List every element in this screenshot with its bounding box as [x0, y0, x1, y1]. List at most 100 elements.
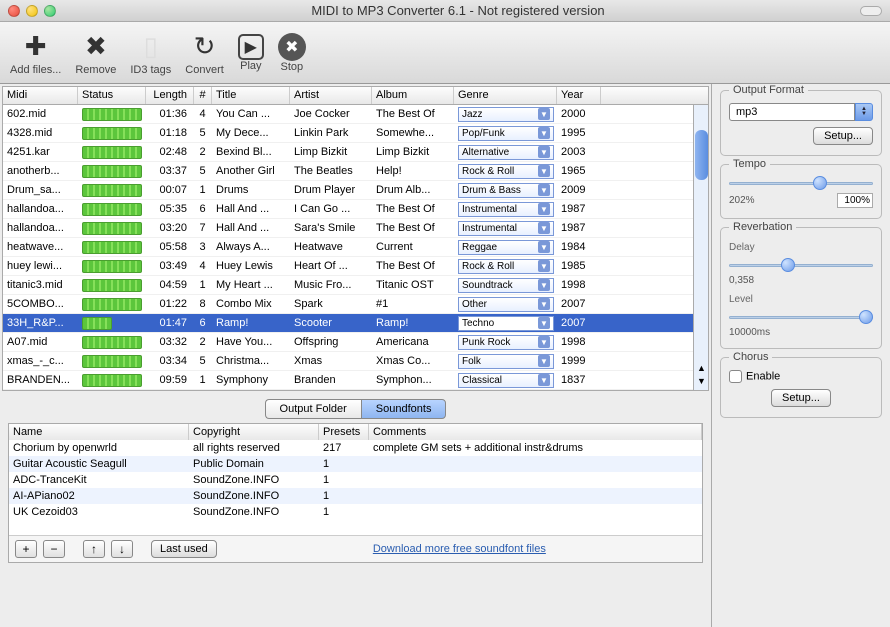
table-row[interactable]: A07.mid03:322Have You...OffspringAmerica… [3, 333, 708, 352]
sf-col-name[interactable]: Name [9, 424, 189, 440]
close-window-button[interactable] [8, 5, 20, 17]
table-row[interactable]: 602.mid01:364You Can ...Joe CockerThe Be… [3, 105, 708, 124]
table-row[interactable]: BRANDEN...09:591SymphonyBrandenSymphon..… [3, 371, 708, 390]
sf-col-presets[interactable]: Presets [319, 424, 369, 440]
sf-comments [369, 489, 702, 503]
col-length[interactable]: Length [146, 87, 194, 104]
genre-select[interactable]: Instrumental▼ [458, 202, 554, 217]
genre-select[interactable]: Rock & Roll▼ [458, 164, 554, 179]
cell-genre[interactable]: Classical▼ [454, 372, 557, 389]
sf-move-down-button[interactable]: ↓ [111, 540, 133, 558]
genre-select[interactable]: Alternative▼ [458, 145, 554, 160]
delay-slider[interactable] [729, 257, 873, 273]
genre-select[interactable]: Soundtrack▼ [458, 278, 554, 293]
table-row[interactable]: huey lewi...03:494Huey LewisHeart Of ...… [3, 257, 708, 276]
sf-col-copyright[interactable]: Copyright [189, 424, 319, 440]
sf-download-link[interactable]: Download more free soundfont files [223, 543, 696, 555]
genre-select[interactable]: Folk▼ [458, 354, 554, 369]
genre-select[interactable]: Other▼ [458, 297, 554, 312]
zoom-window-button[interactable] [44, 5, 56, 17]
cell-genre[interactable]: Rock & Roll▼ [454, 163, 557, 180]
cell-genre[interactable]: Alternative▼ [454, 144, 557, 161]
cell-genre[interactable]: Punk Rock▼ [454, 334, 557, 351]
cell-genre[interactable]: Rock & Roll▼ [454, 258, 557, 275]
level-slider[interactable] [729, 309, 873, 325]
cell-genre[interactable]: Drum & Bass▼ [454, 182, 557, 199]
minimize-window-button[interactable] [26, 5, 38, 17]
genre-select[interactable]: Instrumental▼ [458, 221, 554, 236]
cell-artist: Heart Of ... [290, 259, 372, 273]
table-row[interactable]: 4328.mid01:185My Dece...Linkin ParkSomew… [3, 124, 708, 143]
list-item[interactable]: AI-APiano02SoundZone.INFO1 [9, 488, 702, 504]
table-row[interactable]: titanic3.mid04:591My Heart ...Music Fro.… [3, 276, 708, 295]
file-table-scrollbar[interactable]: ▲ ▼ [693, 105, 708, 390]
genre-select[interactable]: Rock & Roll▼ [458, 259, 554, 274]
cell-genre[interactable]: Pop/Funk▼ [454, 125, 557, 142]
table-row[interactable]: xmas_-_c...03:345Christma...XmasXmas Co.… [3, 352, 708, 371]
col-artist[interactable]: Artist [290, 87, 372, 104]
output-format-select[interactable]: mp3 ▲▼ [729, 103, 873, 121]
scroll-down-icon[interactable]: ▼ [695, 376, 708, 389]
table-row[interactable]: heatwave...05:583Always A...HeatwaveCurr… [3, 238, 708, 257]
genre-select[interactable]: Punk Rock▼ [458, 335, 554, 350]
table-row[interactable]: hallandoa...03:207Hall And ...Sara's Smi… [3, 219, 708, 238]
col-number[interactable]: # [194, 87, 212, 104]
cell-album: The Best Of [372, 221, 454, 235]
sf-move-up-button[interactable]: ↑ [83, 540, 105, 558]
stop-button[interactable]: ✖Stop [278, 33, 306, 73]
col-status[interactable]: Status [78, 87, 146, 104]
genre-select[interactable]: Classical▼ [458, 373, 554, 388]
id3-tags-button[interactable]: ▯ID3 tags [130, 30, 171, 76]
col-album[interactable]: Album [372, 87, 454, 104]
list-item[interactable]: Guitar Acoustic SeagullPublic Domain1 [9, 456, 702, 472]
sf-remove-button[interactable]: − [43, 540, 65, 558]
cell-genre[interactable]: Soundtrack▼ [454, 277, 557, 294]
cell-length: 02:48 [146, 145, 194, 159]
genre-select[interactable]: Drum & Bass▼ [458, 183, 554, 198]
list-item[interactable]: ADC-TranceKitSoundZone.INFO1 [9, 472, 702, 488]
tab-soundfonts[interactable]: Soundfonts [361, 399, 447, 419]
scroll-up-icon[interactable]: ▲ [695, 363, 708, 376]
soundfont-table: Name Copyright Presets Comments Chorium … [8, 423, 703, 563]
output-setup-button[interactable]: Setup... [813, 127, 873, 145]
sf-add-button[interactable]: + [15, 540, 37, 558]
convert-button[interactable]: ↻Convert [185, 30, 224, 76]
cell-genre[interactable]: Reggae▼ [454, 239, 557, 256]
cell-genre[interactable]: Jazz▼ [454, 106, 557, 123]
cell-genre[interactable]: Techno▼ [454, 315, 557, 332]
table-row[interactable]: 4251.kar02:482Bexind Bl...Limp BizkitLim… [3, 143, 708, 162]
play-button[interactable]: ▶Play [238, 34, 264, 72]
cell-genre[interactable]: Instrumental▼ [454, 201, 557, 218]
col-title[interactable]: Title [212, 87, 290, 104]
chorus-enable-checkbox[interactable] [729, 370, 742, 383]
genre-select[interactable]: Jazz▼ [458, 107, 554, 122]
table-row[interactable]: 5COMBO...01:228Combo MixSpark#1Other▼200… [3, 295, 708, 314]
genre-select[interactable]: Pop/Funk▼ [458, 126, 554, 141]
tempo-slider[interactable] [729, 175, 873, 191]
cell-genre[interactable]: Folk▼ [454, 353, 557, 370]
sf-last-used-button[interactable]: Last used [151, 540, 217, 558]
list-item[interactable]: Chorium by openwrldall rights reserved21… [9, 440, 702, 456]
scrollbar-thumb[interactable] [695, 130, 708, 180]
tab-output-folder[interactable]: Output Folder [265, 399, 361, 419]
table-row[interactable]: hallandoa...05:356Hall And ...I Can Go .… [3, 200, 708, 219]
chevron-down-icon: ▼ [538, 298, 550, 310]
remove-button[interactable]: ✖Remove [75, 30, 116, 76]
toolbar-toggle-button[interactable] [860, 6, 882, 16]
cell-status [78, 297, 146, 312]
genre-select[interactable]: Reggae▼ [458, 240, 554, 255]
table-row[interactable]: anotherb...03:375Another GirlThe Beatles… [3, 162, 708, 181]
cell-genre[interactable]: Instrumental▼ [454, 220, 557, 237]
table-row[interactable]: Drum_sa...00:071DrumsDrum PlayerDrum Alb… [3, 181, 708, 200]
table-row[interactable]: 33H_R&P...01:476Ramp!ScooterRamp!Techno▼… [3, 314, 708, 333]
col-year[interactable]: Year [557, 87, 601, 104]
sf-col-comments[interactable]: Comments [369, 424, 702, 440]
add-files-button[interactable]: ✚Add files... [10, 30, 61, 76]
chorus-setup-button[interactable]: Setup... [771, 389, 831, 407]
cell-genre[interactable]: Other▼ [454, 296, 557, 313]
tempo-default-button[interactable]: 100% [837, 193, 873, 208]
list-item[interactable]: UK Cezoid03SoundZone.INFO1 [9, 504, 702, 520]
col-genre[interactable]: Genre [454, 87, 557, 104]
genre-select[interactable]: Techno▼ [458, 316, 554, 331]
col-midi[interactable]: Midi [3, 87, 78, 104]
